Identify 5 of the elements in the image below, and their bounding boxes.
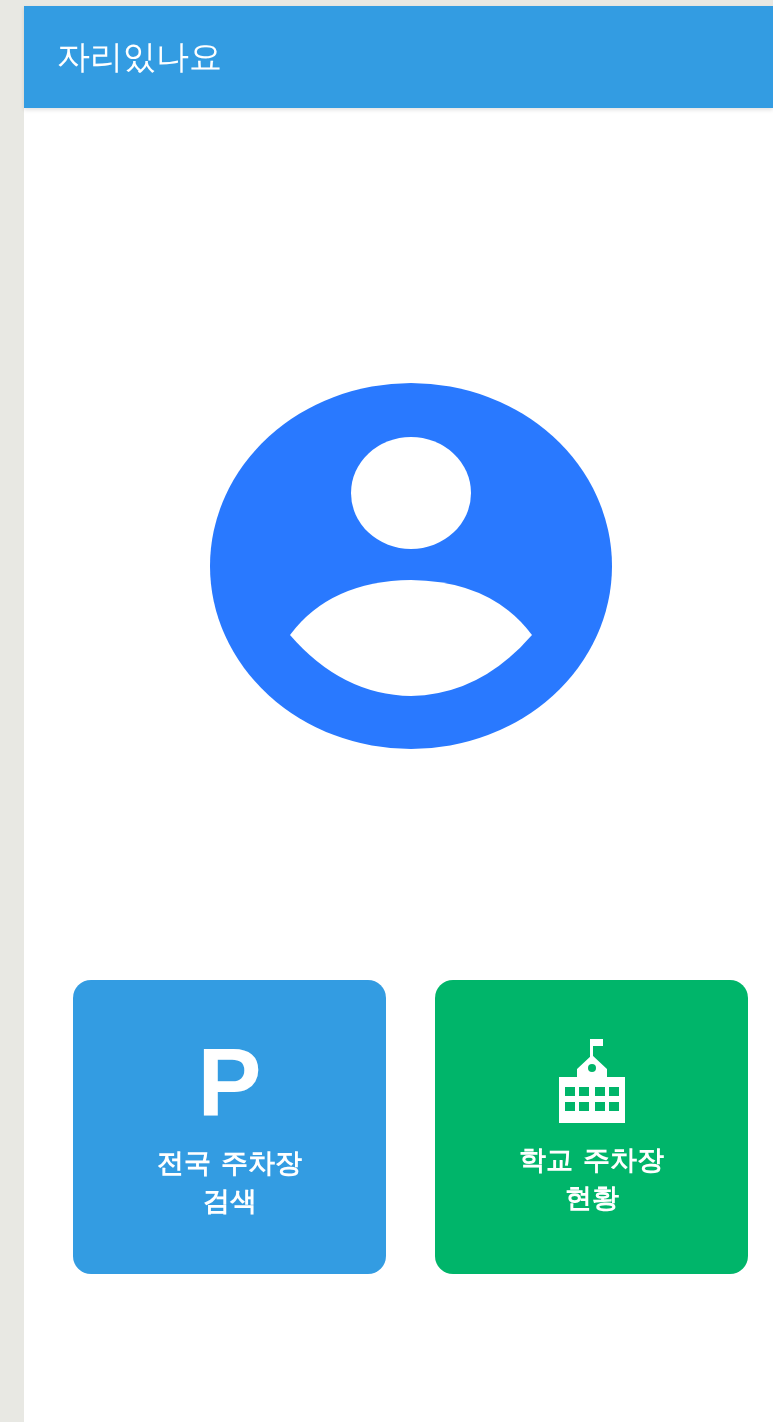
parking-sign-icon: P <box>197 1034 262 1131</box>
menu-tile-button[interactable]: P 전국 주차장 검색 <box>73 980 386 1274</box>
app-title: 자리있나요 <box>57 35 222 78</box>
menu-tile-button[interactable]: 학교 주차장 현황 <box>435 980 748 1274</box>
user-avatar-icon <box>210 383 612 749</box>
